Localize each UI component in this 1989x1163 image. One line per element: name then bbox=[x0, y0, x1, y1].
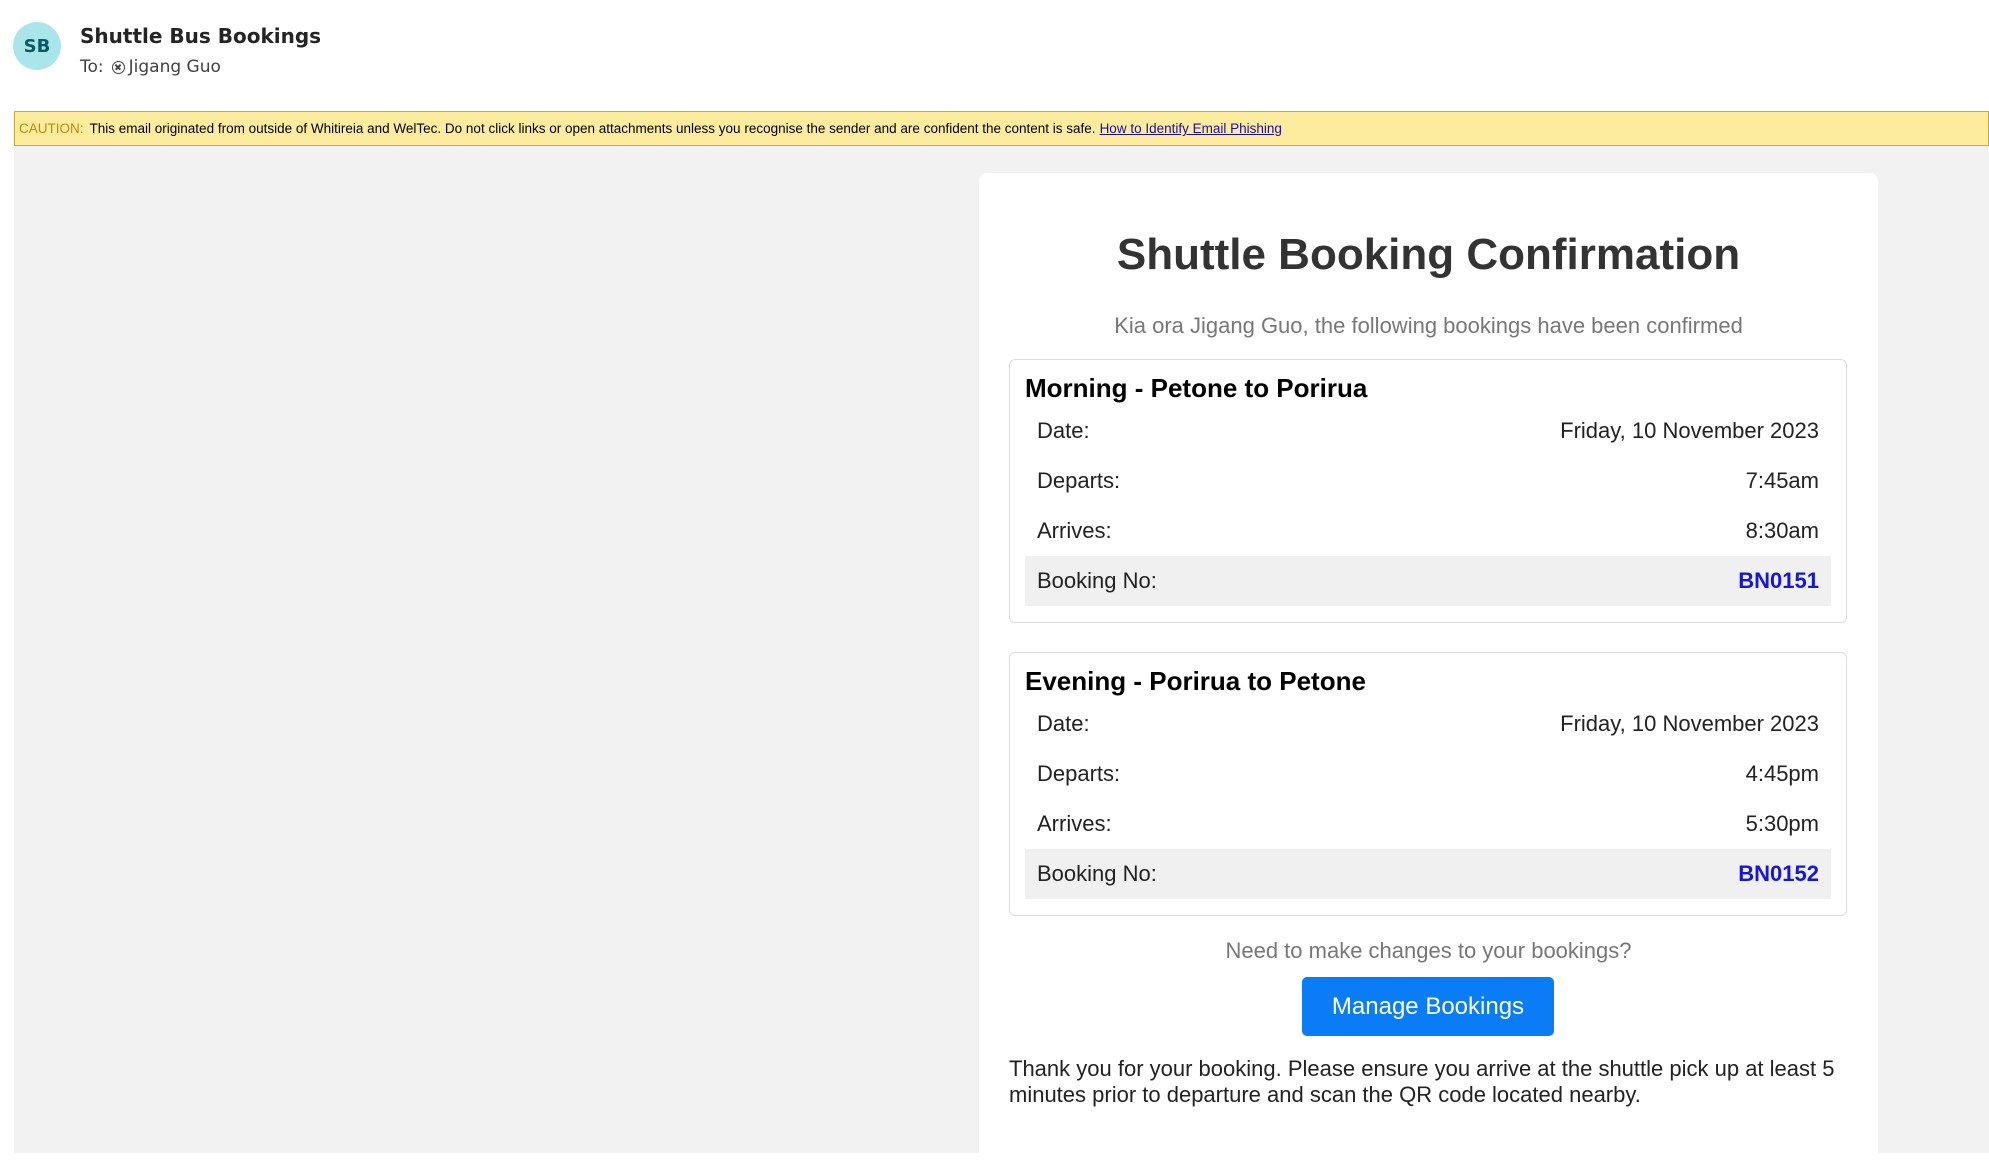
booking-number-label: Booking No: bbox=[1037, 861, 1157, 886]
caution-message: This email originated from outside of Wh… bbox=[89, 121, 1096, 136]
sender-name[interactable]: Shuttle Bus Bookings bbox=[80, 24, 321, 48]
email-title: Shuttle Booking Confirmation bbox=[1116, 230, 1741, 279]
date-label: Date: bbox=[1037, 418, 1090, 443]
sender-avatar[interactable]: SB bbox=[13, 22, 61, 70]
date-value: Friday, 10 November 2023 bbox=[1560, 711, 1819, 736]
recipient-name[interactable]: Jigang Guo bbox=[129, 57, 221, 77]
booking-card-evening: Evening - Porirua to Petone Date: Friday… bbox=[1009, 652, 1847, 916]
booking-number-row: Booking No: BN0151 bbox=[1025, 556, 1831, 606]
confirmation-card: Shuttle Booking Confirmation Kia ora Jig… bbox=[979, 173, 1878, 1163]
departs-label: Departs: bbox=[1037, 761, 1121, 786]
departs-value: 7:45am bbox=[1745, 468, 1819, 493]
date-label: Date: bbox=[1037, 711, 1090, 736]
arrives-row: Arrives: 8:30am bbox=[1025, 506, 1831, 556]
recipient-line: To: Jigang Guo bbox=[80, 57, 221, 77]
greeting-text: Kia ora Jigang Guo, the following bookin… bbox=[1114, 313, 1743, 338]
caution-banner: CAUTION: This email originated from outs… bbox=[14, 111, 1989, 146]
booking-card-morning: Morning - Petone to Porirua Date: Friday… bbox=[1009, 359, 1847, 623]
date-row: Date: Friday, 10 November 2023 bbox=[1025, 406, 1831, 456]
manage-bookings-button[interactable]: Manage Bookings bbox=[1302, 977, 1554, 1036]
booking-title: Evening - Porirua to Petone bbox=[1025, 666, 1366, 696]
booking-number-value: BN0152 bbox=[1738, 861, 1819, 886]
caution-label: CAUTION: bbox=[19, 121, 84, 136]
footer-text: Thank you for your booking. Please ensur… bbox=[1009, 1056, 1835, 1107]
arrives-label: Arrives: bbox=[1037, 518, 1112, 543]
departs-label: Departs: bbox=[1037, 468, 1121, 493]
to-label: To: bbox=[80, 57, 104, 77]
booking-title: Morning - Petone to Porirua bbox=[1025, 373, 1368, 403]
changes-prompt: Need to make changes to your bookings? bbox=[1225, 938, 1632, 963]
phishing-info-link[interactable]: How to Identify Email Phishing bbox=[1100, 121, 1282, 136]
arrives-row: Arrives: 5:30pm bbox=[1025, 799, 1831, 849]
date-value: Friday, 10 November 2023 bbox=[1560, 418, 1819, 443]
departs-value: 4:45pm bbox=[1745, 761, 1819, 786]
arrives-label: Arrives: bbox=[1037, 811, 1112, 836]
arrives-value: 5:30pm bbox=[1745, 811, 1819, 836]
date-row: Date: Friday, 10 November 2023 bbox=[1025, 699, 1831, 749]
departs-row: Departs: 4:45pm bbox=[1025, 749, 1831, 799]
booking-number-row: Booking No: BN0152 bbox=[1025, 849, 1831, 899]
arrives-value: 8:30am bbox=[1745, 518, 1819, 543]
booking-number-label: Booking No: bbox=[1037, 568, 1157, 593]
recipient-status-icon bbox=[111, 60, 125, 74]
departs-row: Departs: 7:45am bbox=[1025, 456, 1831, 506]
booking-number-value: BN0151 bbox=[1738, 568, 1819, 593]
